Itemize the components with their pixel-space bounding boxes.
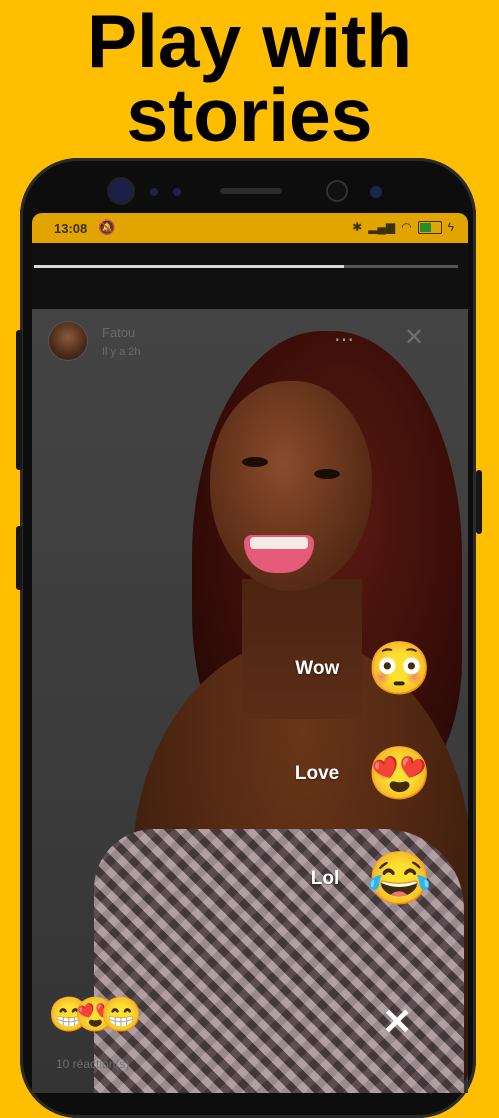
reaction-summary-icons[interactable]: 😁 😍 😁: [48, 995, 158, 1045]
phone-side-button: [476, 470, 482, 534]
earpiece-speaker: [220, 188, 282, 194]
grinning-face-icon: 😁: [100, 996, 143, 1034]
reaction-love-button[interactable]: Love 😍: [295, 746, 432, 802]
story-progress-bar: [34, 265, 458, 268]
charging-icon: ϟ: [447, 220, 454, 234]
story-photo-teeth: [250, 537, 308, 549]
wifi-icon: ◠: [401, 220, 412, 234]
close-reactions-icon[interactable]: ✕: [382, 1001, 412, 1043]
headline-line-1: Play with: [86, 0, 413, 83]
reaction-count[interactable]: 10 réaction(s): [56, 1057, 129, 1071]
phone-screen: 13:08 🔕 ✱ ▂▄▆ ◠ ϟ Fatou Il y a 2h ⋯ ✕ Wo…: [32, 213, 468, 1093]
more-options-icon[interactable]: ⋯: [334, 327, 354, 352]
mute-icon: 🔕: [98, 219, 116, 235]
reaction-label: Lol: [310, 868, 340, 889]
story-viewer[interactable]: Fatou Il y a 2h ⋯ ✕ Wow 😳 Love 😍 Lol 😂 😁…: [32, 309, 468, 1093]
close-story-icon[interactable]: ✕: [404, 323, 424, 352]
headline-line-2: stories: [126, 73, 373, 157]
story-author[interactable]: Fatou Il y a 2h: [48, 321, 141, 361]
status-time: 13:08: [54, 221, 88, 236]
author-name: Fatou: [102, 324, 136, 340]
battery-icon: [417, 220, 442, 234]
flushed-face-icon: 😳: [367, 640, 432, 698]
reaction-label: Wow: [295, 658, 340, 679]
reaction-wow-button[interactable]: Wow 😳: [295, 641, 432, 697]
reaction-lol-button[interactable]: Lol 😂: [311, 851, 432, 907]
signal-icon: ▂▄▆: [368, 220, 396, 234]
front-camera-icon: [110, 180, 132, 202]
status-bar: 13:08 🔕 ✱ ▂▄▆ ◠ ϟ: [32, 213, 468, 243]
camera-icon: [328, 182, 346, 200]
avatar[interactable]: [48, 321, 88, 361]
heart-eyes-icon: 😍: [367, 745, 432, 803]
tears-of-joy-icon: 😂: [367, 850, 432, 908]
camera-icon: [370, 186, 382, 198]
bluetooth-icon: ✱: [352, 220, 363, 234]
promo-headline: Play with stories: [0, 0, 499, 157]
story-progress-fill: [34, 265, 344, 268]
sensor-icon: [150, 188, 158, 196]
sensor-icon: [173, 188, 181, 196]
story-photo-eye: [242, 457, 268, 467]
status-icons: ✱ ▂▄▆ ◠ ϟ: [352, 220, 454, 234]
reaction-label: Love: [294, 763, 340, 784]
story-top-bar: [32, 243, 468, 309]
posted-time: Il y a 2h: [102, 345, 141, 358]
story-photo-eye: [314, 469, 340, 479]
phone-side-button: [16, 526, 22, 590]
phone-side-button: [16, 330, 22, 470]
author-info: Fatou Il y a 2h: [102, 325, 141, 358]
